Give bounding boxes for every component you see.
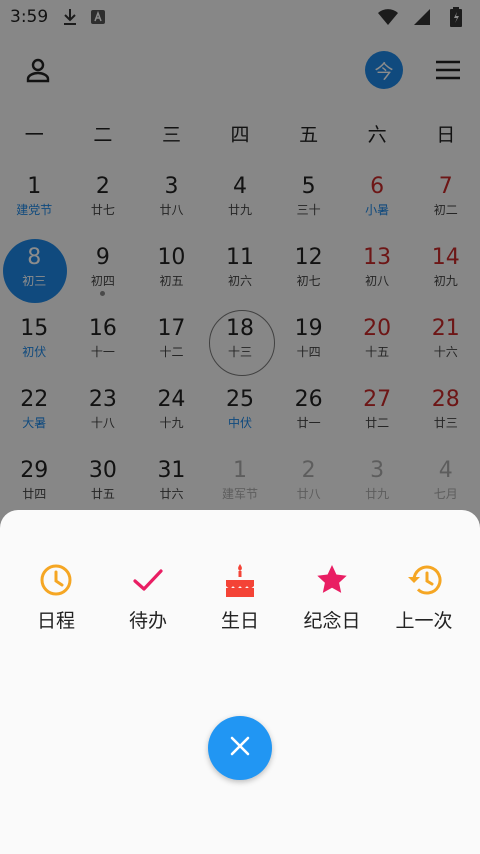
add-last-time-button[interactable]: 上一次 <box>381 560 467 633</box>
action-label: 生日 <box>220 610 259 632</box>
action-label: 待办 <box>128 610 167 632</box>
action-label: 上一次 <box>395 610 453 632</box>
history-icon <box>381 560 467 600</box>
cake-icon <box>197 560 283 600</box>
clock-icon <box>13 560 99 600</box>
check-icon <box>105 560 191 600</box>
action-label: 日程 <box>36 610 75 632</box>
add-todo-button[interactable]: 待办 <box>105 560 191 633</box>
close-sheet-button[interactable] <box>208 716 272 780</box>
add-actions: 日程 待办 生日 纪念日 上一次 <box>0 560 480 633</box>
add-bottom-sheet: 日程 待办 生日 纪念日 上一次 <box>0 510 480 854</box>
action-label: 纪念日 <box>303 610 361 632</box>
add-schedule-button[interactable]: 日程 <box>13 560 99 633</box>
add-birthday-button[interactable]: 生日 <box>197 560 283 633</box>
close-icon <box>229 735 251 761</box>
add-anniversary-button[interactable]: 纪念日 <box>289 560 375 633</box>
star-icon <box>289 560 375 600</box>
